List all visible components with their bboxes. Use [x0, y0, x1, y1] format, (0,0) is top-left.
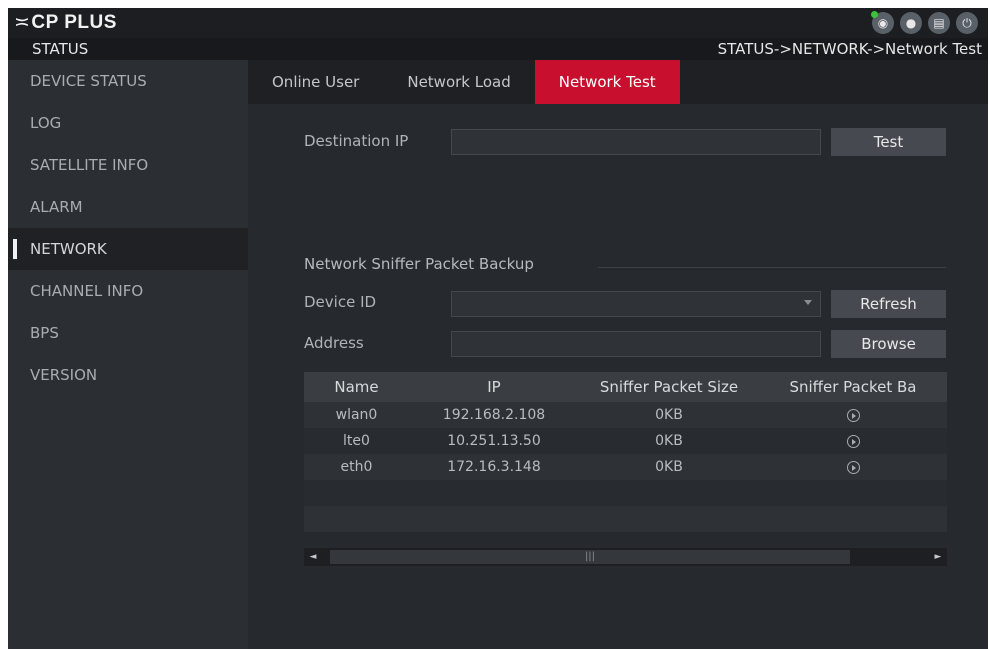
tab-network-test[interactable]: Network Test [534, 60, 680, 104]
cell-name: eth0 [340, 459, 373, 475]
sidebar-item-label: SATELLITE INFO [30, 156, 149, 174]
sidebar-item-alarm[interactable]: ALARM [8, 186, 248, 228]
cell-packet-size: 0KB [655, 407, 683, 423]
sub-header: STATUS STATUS->NETWORK->Network Test [8, 38, 988, 60]
cell-name: lte0 [343, 433, 370, 449]
section-title: STATUS [32, 40, 89, 58]
main-content: Online User Network Load Network Test De… [248, 60, 988, 649]
tab-network-load[interactable]: Network Load [383, 60, 534, 104]
sidebar-item-label: CHANNEL INFO [30, 282, 144, 300]
cell-packet-size: 0KB [655, 433, 683, 449]
device-id-select[interactable] [451, 291, 821, 317]
sidebar-item-label: VERSION [30, 366, 98, 384]
destination-ip-label: Destination IP [304, 132, 409, 150]
section-divider [598, 267, 946, 268]
horizontal-scrollbar[interactable]: ◄ ||| ► [304, 548, 947, 566]
cell-ip: 10.251.13.50 [447, 433, 541, 449]
sidebar-item-channel-info[interactable]: CHANNEL INFO [8, 270, 248, 312]
destination-ip-input[interactable] [451, 129, 821, 155]
sidebar: DEVICE STATUS LOG SATELLITE INFO ALARM N… [8, 60, 248, 649]
sidebar-item-label: BPS [30, 324, 59, 342]
cell-backup [759, 428, 947, 454]
cell-backup [759, 402, 947, 428]
column-header-ip: IP [487, 378, 501, 396]
table-row[interactable]: eth0 172.16.3.148 0KB [304, 454, 947, 480]
play-backup-icon[interactable] [846, 434, 860, 448]
brand-logo: ≍CP PLUS [14, 11, 117, 34]
brand-logo-mark: ≍ [14, 12, 31, 33]
sidebar-item-label: LOG [30, 114, 62, 132]
device-id-label: Device ID [304, 293, 377, 311]
sniffer-table: Name IP Sniffer Packet Size Sniffer Pack… [304, 372, 947, 570]
test-button[interactable]: Test [831, 128, 946, 156]
table-row[interactable]: lte0 10.251.13.50 0KB [304, 428, 947, 454]
cell-name: wlan0 [335, 407, 378, 423]
play-backup-icon[interactable] [846, 408, 860, 422]
power-icon[interactable]: ⏻ [956, 12, 978, 34]
user-icon[interactable]: ● [900, 12, 922, 34]
table-row-empty [304, 506, 947, 532]
table-row[interactable]: wlan0 192.168.2.108 0KB [304, 402, 947, 428]
sidebar-item-label: DEVICE STATUS [30, 72, 147, 90]
sidebar-item-device-status[interactable]: DEVICE STATUS [8, 60, 248, 102]
sidebar-item-satellite-info[interactable]: SATELLITE INFO [8, 144, 248, 186]
scroll-left-icon[interactable]: ◄ [304, 548, 322, 566]
top-icons: ◉ ● ▤ ⏻ [871, 11, 978, 34]
table-row-empty [304, 480, 947, 506]
cell-ip: 192.168.2.108 [442, 407, 546, 423]
brand-logo-text: CP PLUS [31, 12, 117, 33]
tab-online-user[interactable]: Online User [248, 60, 383, 104]
address-label: Address [304, 334, 364, 352]
cell-ip: 172.16.3.148 [447, 459, 541, 475]
tab-bar: Online User Network Load Network Test [248, 60, 988, 104]
table-header: Name IP Sniffer Packet Size Sniffer Pack… [304, 372, 947, 402]
sidebar-item-bps[interactable]: BPS [8, 312, 248, 354]
status-dot [871, 11, 878, 18]
sidebar-item-label: ALARM [30, 198, 83, 216]
top-bar: ≍CP PLUS ◉ ● ▤ ⏻ [8, 8, 988, 38]
cell-packet-size: 0KB [655, 459, 683, 475]
play-backup-icon[interactable] [846, 460, 860, 474]
sidebar-item-network[interactable]: NETWORK [8, 228, 248, 270]
column-header-packet-backup: Sniffer Packet Ba [789, 378, 917, 396]
column-header-name: Name [334, 378, 379, 396]
scroll-right-icon[interactable]: ► [929, 548, 947, 566]
sniffer-section-title: Network Sniffer Packet Backup [304, 255, 534, 273]
eye-icon[interactable]: ◉ [871, 11, 894, 34]
dropdown-caret-icon [804, 300, 812, 305]
cell-backup [759, 454, 947, 480]
column-header-packet-size: Sniffer Packet Size [599, 378, 739, 396]
sidebar-item-log[interactable]: LOG [8, 102, 248, 144]
app-window: ≍CP PLUS ◉ ● ▤ ⏻ STATUS STATUS->NETWORK-… [8, 8, 988, 649]
refresh-button[interactable]: Refresh [831, 290, 946, 318]
address-input[interactable] [451, 331, 821, 357]
scroll-thumb[interactable]: ||| [330, 550, 850, 564]
menu-grid-icon[interactable]: ▤ [928, 12, 950, 34]
browse-button[interactable]: Browse [831, 330, 946, 358]
sidebar-item-label: NETWORK [30, 240, 107, 258]
sidebar-item-version[interactable]: VERSION [8, 354, 248, 396]
breadcrumb: STATUS->NETWORK->Network Test [717, 40, 982, 58]
